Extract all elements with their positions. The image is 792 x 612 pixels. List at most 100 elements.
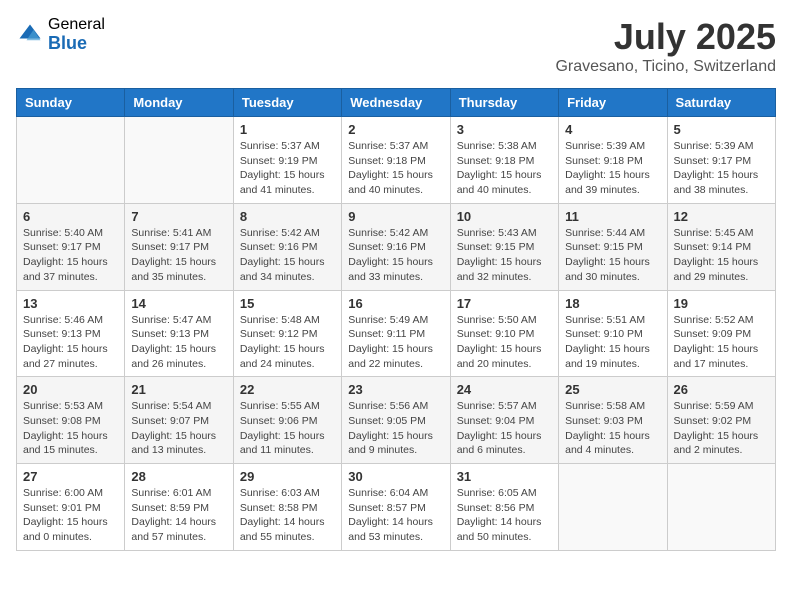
day-number: 11 <box>565 209 660 224</box>
logo: General Blue <box>16 16 105 53</box>
day-info: Sunrise: 5:37 AMSunset: 9:18 PMDaylight:… <box>348 139 443 198</box>
day-info: Sunrise: 5:48 AMSunset: 9:12 PMDaylight:… <box>240 313 335 372</box>
weekday-header: Friday <box>559 89 667 117</box>
day-number: 13 <box>23 296 118 311</box>
calendar-cell <box>667 464 775 551</box>
day-info: Sunrise: 5:53 AMSunset: 9:08 PMDaylight:… <box>23 399 118 458</box>
day-info: Sunrise: 5:54 AMSunset: 9:07 PMDaylight:… <box>131 399 226 458</box>
day-info: Sunrise: 5:56 AMSunset: 9:05 PMDaylight:… <box>348 399 443 458</box>
day-info: Sunrise: 5:44 AMSunset: 9:15 PMDaylight:… <box>565 226 660 285</box>
day-info: Sunrise: 5:43 AMSunset: 9:15 PMDaylight:… <box>457 226 552 285</box>
day-info: Sunrise: 6:00 AMSunset: 9:01 PMDaylight:… <box>23 486 118 545</box>
day-info: Sunrise: 5:41 AMSunset: 9:17 PMDaylight:… <box>131 226 226 285</box>
day-number: 6 <box>23 209 118 224</box>
day-number: 30 <box>348 469 443 484</box>
logo-text: General Blue <box>48 16 105 53</box>
day-info: Sunrise: 5:46 AMSunset: 9:13 PMDaylight:… <box>23 313 118 372</box>
calendar-cell: 2 Sunrise: 5:37 AMSunset: 9:18 PMDaylight… <box>342 117 450 204</box>
calendar-cell: 8 Sunrise: 5:42 AMSunset: 9:16 PMDaylight… <box>233 203 341 290</box>
day-number: 1 <box>240 122 335 137</box>
calendar-cell: 31 Sunrise: 6:05 AMSunset: 8:56 PMDayligh… <box>450 464 558 551</box>
calendar-cell: 11 Sunrise: 5:44 AMSunset: 9:15 PMDayligh… <box>559 203 667 290</box>
page-header: General Blue July 2025 Gravesano, Ticino… <box>16 16 776 76</box>
calendar-week-row: 1Sunrise: 5:37 AMSunset: 9:19 PMDaylight… <box>17 117 776 204</box>
calendar-week-row: 20 Sunrise: 5:53 AMSunset: 9:08 PMDayligh… <box>17 377 776 464</box>
day-number: 29 <box>240 469 335 484</box>
calendar-cell <box>17 117 125 204</box>
day-info: Sunrise: 5:47 AMSunset: 9:13 PMDaylight:… <box>131 313 226 372</box>
calendar-header-row: SundayMondayTuesdayWednesdayThursdayFrid… <box>17 89 776 117</box>
calendar-cell: 28 Sunrise: 6:01 AMSunset: 8:59 PMDayligh… <box>125 464 233 551</box>
day-info: Sunrise: 5:52 AMSunset: 9:09 PMDaylight:… <box>674 313 769 372</box>
calendar-cell: 15 Sunrise: 5:48 AMSunset: 9:12 PMDayligh… <box>233 290 341 377</box>
calendar-cell: 27 Sunrise: 6:00 AMSunset: 9:01 PMDayligh… <box>17 464 125 551</box>
calendar-cell: 16 Sunrise: 5:49 AMSunset: 9:11 PMDayligh… <box>342 290 450 377</box>
day-number: 24 <box>457 382 552 397</box>
day-number: 18 <box>565 296 660 311</box>
day-number: 15 <box>240 296 335 311</box>
calendar-cell: 25 Sunrise: 5:58 AMSunset: 9:03 PMDayligh… <box>559 377 667 464</box>
logo-icon <box>16 21 44 49</box>
calendar-cell <box>559 464 667 551</box>
calendar-cell: 29 Sunrise: 6:03 AMSunset: 8:58 PMDayligh… <box>233 464 341 551</box>
day-number: 2 <box>348 122 443 137</box>
calendar-cell <box>125 117 233 204</box>
day-number: 7 <box>131 209 226 224</box>
day-info: Sunrise: 5:55 AMSunset: 9:06 PMDaylight:… <box>240 399 335 458</box>
day-info: Sunrise: 5:51 AMSunset: 9:10 PMDaylight:… <box>565 313 660 372</box>
day-number: 16 <box>348 296 443 311</box>
calendar-cell: 17Sunrise: 5:50 AMSunset: 9:10 PMDayligh… <box>450 290 558 377</box>
day-info: Sunrise: 5:57 AMSunset: 9:04 PMDaylight:… <box>457 399 552 458</box>
day-info: Sunrise: 5:59 AMSunset: 9:02 PMDaylight:… <box>674 399 769 458</box>
day-info: Sunrise: 5:42 AMSunset: 9:16 PMDaylight:… <box>348 226 443 285</box>
calendar-cell: 4Sunrise: 5:39 AMSunset: 9:18 PMDaylight… <box>559 117 667 204</box>
day-number: 12 <box>674 209 769 224</box>
day-info: Sunrise: 5:39 AMSunset: 9:18 PMDaylight:… <box>565 139 660 198</box>
calendar-cell: 24 Sunrise: 5:57 AMSunset: 9:04 PMDayligh… <box>450 377 558 464</box>
location-title: Gravesano, Ticino, Switzerland <box>555 58 776 76</box>
day-number: 14 <box>131 296 226 311</box>
day-number: 20 <box>23 382 118 397</box>
weekday-header: Monday <box>125 89 233 117</box>
calendar-cell: 3Sunrise: 5:38 AMSunset: 9:18 PMDaylight… <box>450 117 558 204</box>
day-number: 17 <box>457 296 552 311</box>
day-number: 19 <box>674 296 769 311</box>
day-number: 22 <box>240 382 335 397</box>
calendar-week-row: 13 Sunrise: 5:46 AMSunset: 9:13 PMDayligh… <box>17 290 776 377</box>
logo-general: General <box>48 16 105 34</box>
day-number: 9 <box>348 209 443 224</box>
day-info: Sunrise: 6:05 AMSunset: 8:56 PMDaylight:… <box>457 486 552 545</box>
calendar-cell: 21 Sunrise: 5:54 AMSunset: 9:07 PMDayligh… <box>125 377 233 464</box>
day-number: 26 <box>674 382 769 397</box>
calendar-cell: 7 Sunrise: 5:41 AMSunset: 9:17 PMDaylight… <box>125 203 233 290</box>
day-info: Sunrise: 5:49 AMSunset: 9:11 PMDaylight:… <box>348 313 443 372</box>
day-number: 23 <box>348 382 443 397</box>
day-info: Sunrise: 5:42 AMSunset: 9:16 PMDaylight:… <box>240 226 335 285</box>
calendar-week-row: 6Sunrise: 5:40 AMSunset: 9:17 PMDaylight… <box>17 203 776 290</box>
calendar-cell: 20 Sunrise: 5:53 AMSunset: 9:08 PMDayligh… <box>17 377 125 464</box>
day-number: 27 <box>23 469 118 484</box>
calendar-cell: 12Sunrise: 5:45 AMSunset: 9:14 PMDayligh… <box>667 203 775 290</box>
calendar-cell: 14 Sunrise: 5:47 AMSunset: 9:13 PMDayligh… <box>125 290 233 377</box>
day-info: Sunrise: 5:58 AMSunset: 9:03 PMDaylight:… <box>565 399 660 458</box>
weekday-header: Tuesday <box>233 89 341 117</box>
day-info: Sunrise: 6:03 AMSunset: 8:58 PMDaylight:… <box>240 486 335 545</box>
calendar-cell: 6Sunrise: 5:40 AMSunset: 9:17 PMDaylight… <box>17 203 125 290</box>
month-title: July 2025 <box>555 16 776 58</box>
calendar-cell: 1Sunrise: 5:37 AMSunset: 9:19 PMDaylight… <box>233 117 341 204</box>
day-info: Sunrise: 6:04 AMSunset: 8:57 PMDaylight:… <box>348 486 443 545</box>
calendar-cell: 18 Sunrise: 5:51 AMSunset: 9:10 PMDayligh… <box>559 290 667 377</box>
weekday-header: Sunday <box>17 89 125 117</box>
day-number: 28 <box>131 469 226 484</box>
weekday-header: Thursday <box>450 89 558 117</box>
day-info: Sunrise: 6:01 AMSunset: 8:59 PMDaylight:… <box>131 486 226 545</box>
day-number: 21 <box>131 382 226 397</box>
weekday-header: Wednesday <box>342 89 450 117</box>
day-number: 31 <box>457 469 552 484</box>
calendar-cell: 26 Sunrise: 5:59 AMSunset: 9:02 PMDayligh… <box>667 377 775 464</box>
day-number: 8 <box>240 209 335 224</box>
day-number: 25 <box>565 382 660 397</box>
weekday-header: Saturday <box>667 89 775 117</box>
title-block: July 2025 Gravesano, Ticino, Switzerland <box>555 16 776 76</box>
day-info: Sunrise: 5:38 AMSunset: 9:18 PMDaylight:… <box>457 139 552 198</box>
